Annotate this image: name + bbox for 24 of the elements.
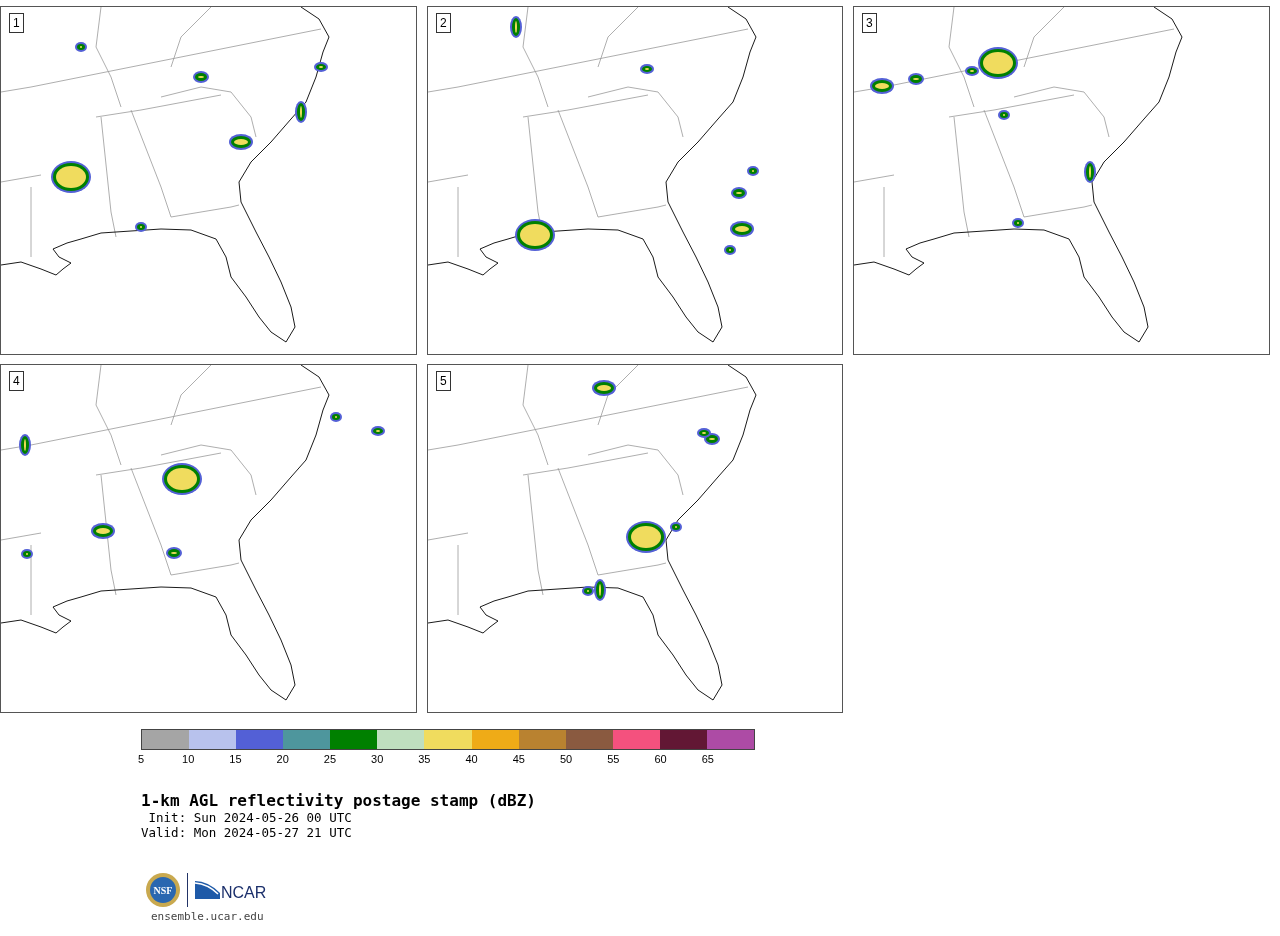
valid-time: Valid: Mon 2024-05-27 21 UTC [141,825,353,840]
panel-number: 5 [436,371,451,391]
website-url: ensemble.ucar.edu [151,910,265,923]
panel-number: 3 [862,13,877,33]
tick-label: 5 [137,753,145,766]
panel-number: 4 [9,371,24,391]
tick-label: 35 [418,753,431,766]
tick-label: 20 [276,753,289,766]
tick-label: 15 [229,753,242,766]
panel-number: 1 [9,13,24,33]
nsf-logo: NSF [145,872,181,908]
tick-label: 10 [182,753,195,766]
tick-label: 30 [371,753,384,766]
panel-number: 2 [436,13,451,33]
tick-label: 50 [559,753,573,766]
plot-title: 1-km AGL reflectivity postage stamp (dBZ) [141,792,537,810]
tick-label: 60 [654,753,667,766]
init-time: Init: Sun 2024-05-26 00 UTC [147,810,353,825]
tick-label: 55 [607,753,620,766]
tick-label: 40 [465,753,478,766]
tick-label: 65 [701,753,714,766]
tick-label: 25 [323,753,337,766]
tick-label: 45 [512,753,525,766]
ncar-logo: NCAR [194,879,268,901]
